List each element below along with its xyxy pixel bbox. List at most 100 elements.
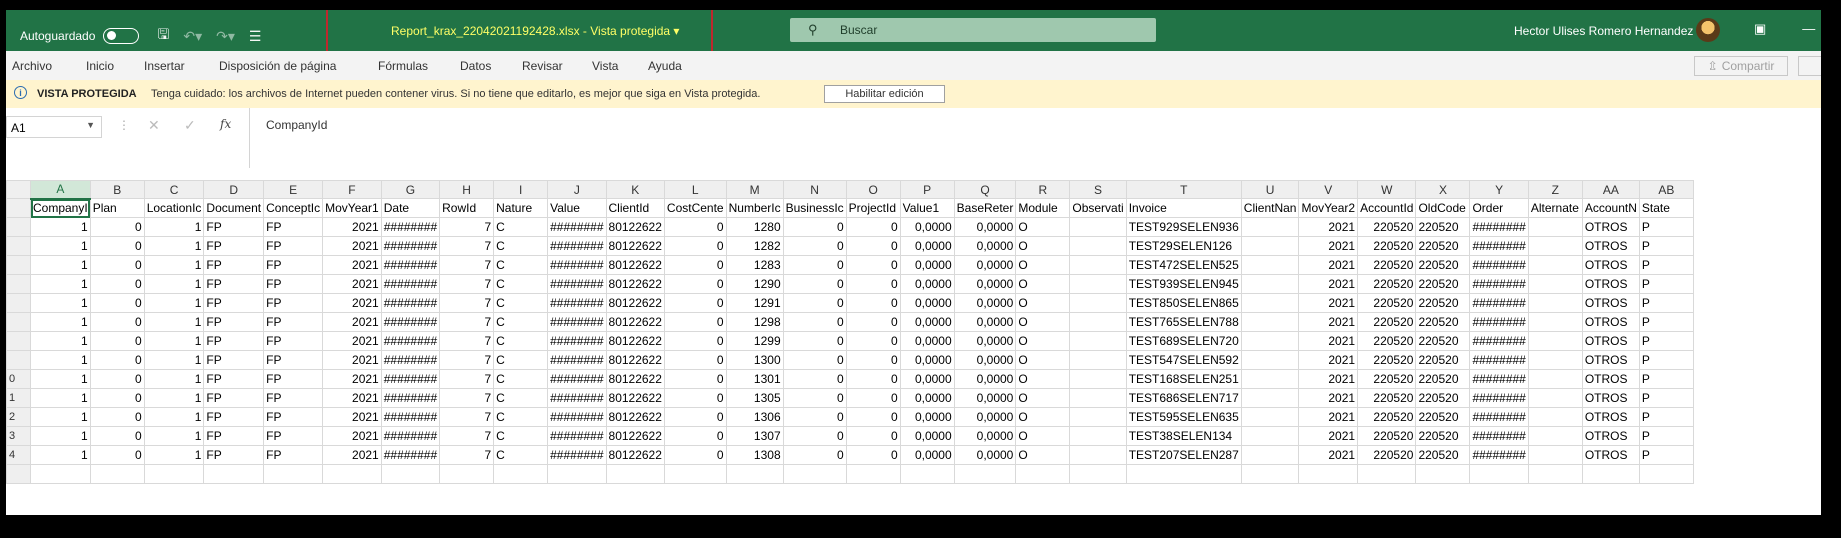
- cell[interactable]: Plan: [89, 198, 145, 218]
- cell[interactable]: FP: [203, 236, 265, 256]
- select-all-corner[interactable]: [6, 180, 31, 199]
- cell[interactable]: 1: [30, 445, 91, 465]
- cell[interactable]: [203, 464, 265, 484]
- cell[interactable]: [1240, 407, 1300, 427]
- cell[interactable]: 7: [439, 293, 495, 313]
- user-name[interactable]: Hector Ulises Romero Hernandez: [1514, 24, 1693, 38]
- cell[interactable]: [1240, 426, 1300, 446]
- cell[interactable]: 0: [663, 350, 727, 370]
- column-header-e[interactable]: E: [263, 180, 324, 199]
- cell[interactable]: O: [1015, 407, 1071, 427]
- cell[interactable]: [1069, 445, 1127, 465]
- cell[interactable]: 2021: [322, 293, 382, 313]
- cell[interactable]: BaseReter: [953, 198, 1017, 218]
- tab-ayuda[interactable]: Ayuda: [648, 59, 682, 73]
- cell[interactable]: 1299: [725, 331, 784, 351]
- cell[interactable]: O: [1015, 255, 1071, 275]
- row-header[interactable]: 3: [6, 426, 31, 446]
- cell[interactable]: 220520: [1415, 369, 1471, 389]
- cell[interactable]: P: [1638, 312, 1694, 332]
- cell[interactable]: 7: [439, 445, 495, 465]
- cell[interactable]: TEST939SELEN945: [1125, 274, 1242, 294]
- cell[interactable]: 80122622: [605, 293, 665, 313]
- cell[interactable]: 0: [663, 388, 727, 408]
- cell[interactable]: [663, 464, 727, 484]
- cell[interactable]: ConceptIc: [263, 198, 324, 218]
- cell[interactable]: 0,0000: [899, 331, 955, 351]
- cell[interactable]: Value: [547, 198, 607, 218]
- cell[interactable]: 220520: [1357, 274, 1417, 294]
- cell[interactable]: 220520: [1415, 445, 1471, 465]
- cell[interactable]: 1: [30, 407, 91, 427]
- cell[interactable]: OTROS: [1581, 350, 1640, 370]
- cell[interactable]: 0: [663, 255, 727, 275]
- cell[interactable]: [1240, 369, 1300, 389]
- cell[interactable]: C: [493, 217, 549, 237]
- cell[interactable]: 2021: [1298, 293, 1359, 313]
- cell[interactable]: O: [1015, 236, 1071, 256]
- drag-handle-icon[interactable]: ⋮: [118, 118, 130, 132]
- cell[interactable]: 1300: [725, 350, 784, 370]
- cell[interactable]: O: [1015, 331, 1071, 351]
- cell[interactable]: TEST168SELEN251: [1125, 369, 1242, 389]
- cell[interactable]: 1301: [725, 369, 784, 389]
- cell[interactable]: [1069, 369, 1127, 389]
- cell[interactable]: P: [1638, 217, 1694, 237]
- cell[interactable]: 1: [143, 331, 205, 351]
- cell[interactable]: 1: [143, 236, 205, 256]
- cell[interactable]: 7: [439, 312, 495, 332]
- cell[interactable]: 1: [143, 255, 205, 275]
- cell[interactable]: P: [1638, 407, 1694, 427]
- cell[interactable]: [1069, 312, 1127, 332]
- cell[interactable]: 2021: [1298, 388, 1359, 408]
- cell[interactable]: 7: [439, 331, 495, 351]
- cell[interactable]: [725, 464, 784, 484]
- cell[interactable]: 7: [439, 217, 495, 237]
- cell[interactable]: 80122622: [605, 236, 665, 256]
- cell[interactable]: C: [493, 388, 549, 408]
- cell[interactable]: 0: [89, 217, 145, 237]
- cell[interactable]: RowId: [439, 198, 495, 218]
- cell[interactable]: 2021: [322, 445, 382, 465]
- cell[interactable]: 0: [845, 388, 901, 408]
- cell[interactable]: Date: [380, 198, 441, 218]
- tab-formulas[interactable]: Fórmulas: [378, 59, 428, 73]
- cell[interactable]: 0,0000: [953, 407, 1017, 427]
- cell[interactable]: ########: [1469, 255, 1529, 275]
- cell[interactable]: 0: [89, 331, 145, 351]
- cell[interactable]: [1069, 274, 1127, 294]
- cell[interactable]: 1280: [725, 217, 784, 237]
- cell[interactable]: [1527, 236, 1583, 256]
- column-header-aa[interactable]: AA: [1581, 180, 1640, 199]
- cell[interactable]: [1240, 331, 1300, 351]
- cell[interactable]: [1298, 464, 1359, 484]
- column-header-x[interactable]: X: [1415, 180, 1471, 199]
- column-header-b[interactable]: B: [89, 180, 145, 199]
- cell[interactable]: 0,0000: [953, 445, 1017, 465]
- cell[interactable]: C: [493, 331, 549, 351]
- cell[interactable]: [1240, 445, 1300, 465]
- cell[interactable]: 1: [143, 350, 205, 370]
- cell[interactable]: 2021: [322, 350, 382, 370]
- cell[interactable]: 0: [845, 293, 901, 313]
- cell[interactable]: 0,0000: [899, 369, 955, 389]
- cell[interactable]: [1069, 331, 1127, 351]
- cell[interactable]: ########: [380, 274, 441, 294]
- cell[interactable]: 1: [143, 312, 205, 332]
- cell[interactable]: ########: [1469, 217, 1529, 237]
- cell[interactable]: O: [1015, 388, 1071, 408]
- cell[interactable]: [30, 464, 91, 484]
- cell[interactable]: ########: [1469, 350, 1529, 370]
- cell[interactable]: FP: [203, 274, 265, 294]
- cell[interactable]: OldCode: [1415, 198, 1471, 218]
- cell[interactable]: 2021: [322, 369, 382, 389]
- column-header-n[interactable]: N: [782, 180, 847, 199]
- undo-icon[interactable]: ↶▾: [183, 28, 202, 45]
- cell[interactable]: ########: [380, 331, 441, 351]
- column-header-v[interactable]: V: [1298, 180, 1359, 199]
- row-header[interactable]: [6, 217, 31, 237]
- cell[interactable]: TEST29SELEN126: [1125, 236, 1242, 256]
- cell[interactable]: [1069, 217, 1127, 237]
- cell[interactable]: 0: [89, 236, 145, 256]
- cell[interactable]: 0,0000: [899, 312, 955, 332]
